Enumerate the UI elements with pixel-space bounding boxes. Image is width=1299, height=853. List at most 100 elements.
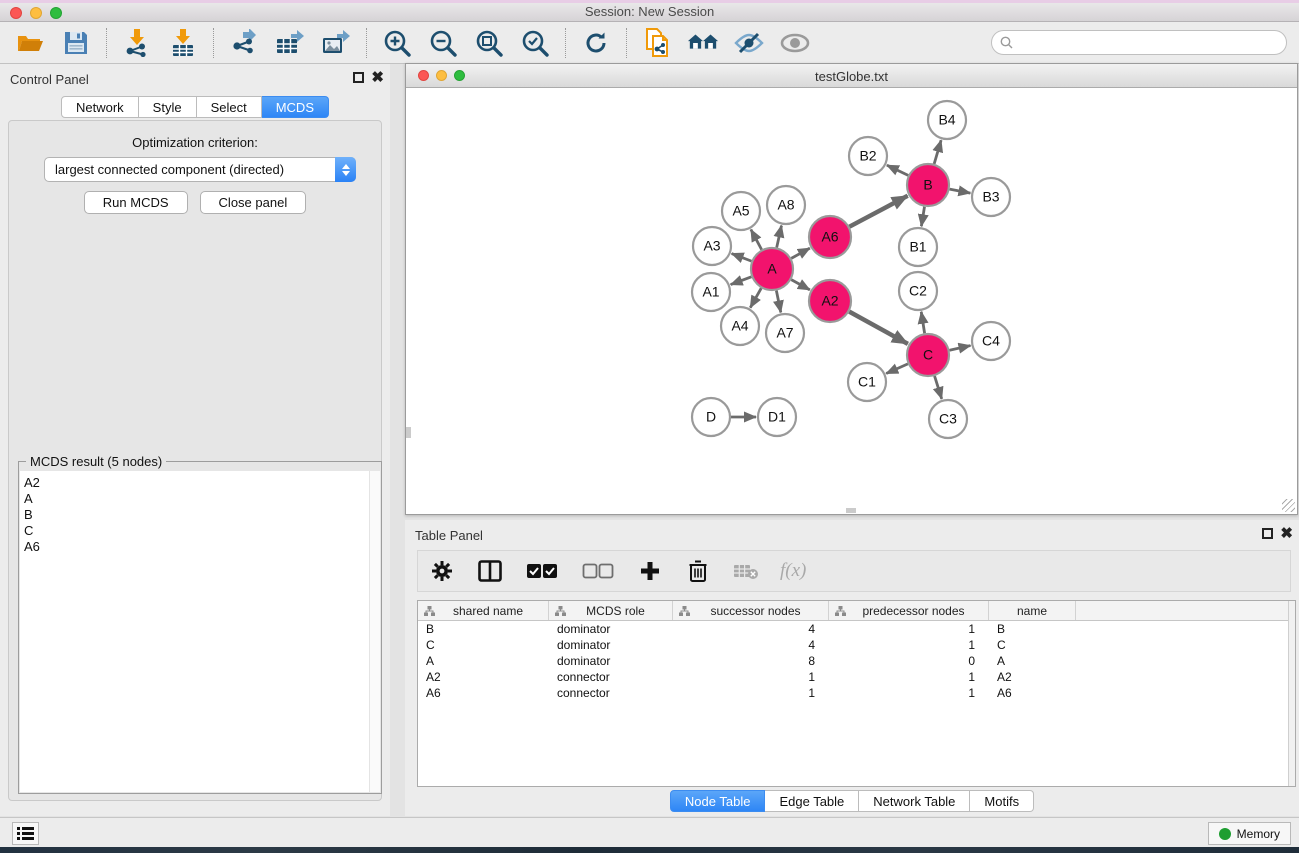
cell-successor-nodes[interactable]: 1 (673, 685, 829, 701)
cell-shared-name[interactable]: A2 (418, 669, 549, 685)
edge-A-A5[interactable] (751, 230, 762, 250)
tab-edge-table[interactable]: Edge Table (765, 790, 859, 812)
edge-B-B3[interactable] (950, 189, 971, 193)
node-B[interactable]: B (907, 164, 949, 206)
export-table-icon[interactable] (274, 28, 306, 58)
result-item-c[interactable]: C (20, 523, 380, 539)
zoom-in-icon[interactable] (381, 28, 413, 58)
network-canvas[interactable]: AA1A2A3A4A5A6A7A8BB1B2B3B4CC1C2C3C4DD1 (406, 88, 1297, 514)
tab-node-table[interactable]: Node Table (670, 790, 766, 812)
cell-successor-nodes[interactable]: 8 (673, 653, 829, 669)
node-C4[interactable]: C4 (972, 322, 1010, 360)
window-resize-grip[interactable] (1282, 499, 1295, 512)
open-session-icon[interactable] (14, 28, 46, 58)
cell-MCDS-role[interactable]: connector (549, 685, 673, 701)
tab-mcds[interactable]: MCDS (262, 96, 329, 118)
table-scrollbar[interactable] (1288, 601, 1295, 786)
table-row[interactable]: Adominator80A (418, 653, 1295, 669)
table-columns-icon[interactable] (476, 557, 504, 585)
edge-A6-B[interactable] (849, 196, 907, 227)
cell-successor-nodes[interactable]: 1 (673, 669, 829, 685)
table-float-panel-icon[interactable] (1262, 528, 1273, 539)
refresh-icon[interactable] (580, 28, 612, 58)
edge-A-A4[interactable] (750, 288, 761, 308)
network-window-titlebar[interactable]: testGlobe.txt (406, 64, 1297, 88)
cell-shared-name[interactable]: B (418, 621, 549, 637)
node-D1[interactable]: D1 (758, 398, 796, 436)
edge-C-C2[interactable] (921, 312, 924, 334)
node-B3[interactable]: B3 (972, 178, 1010, 216)
result-item-a2[interactable]: A2 (20, 475, 380, 491)
search-input[interactable] (1018, 36, 1278, 50)
import-table-icon[interactable] (167, 28, 199, 58)
edge-A-A6[interactable] (791, 248, 810, 258)
node-A7[interactable]: A7 (766, 314, 804, 352)
network-graph[interactable]: AA1A2A3A4A5A6A7A8BB1B2B3B4CC1C2C3C4DD1 (406, 88, 1297, 514)
node-A3[interactable]: A3 (693, 227, 731, 265)
zoom-fit-icon[interactable] (473, 28, 505, 58)
edge-B-B4[interactable] (934, 140, 941, 164)
save-session-icon[interactable] (60, 28, 92, 58)
node-C[interactable]: C (907, 334, 949, 376)
column-header-name[interactable]: name (989, 601, 1076, 620)
node-A6[interactable]: A6 (809, 216, 851, 258)
cell-successor-nodes[interactable]: 4 (673, 621, 829, 637)
delete-table-icon[interactable] (732, 557, 760, 585)
cell-predecessor-nodes[interactable]: 1 (829, 685, 989, 701)
cell-MCDS-role[interactable]: dominator (549, 637, 673, 653)
node-C2[interactable]: C2 (899, 272, 937, 310)
hide-panels-eye-icon[interactable] (733, 28, 765, 58)
cell-predecessor-nodes[interactable]: 1 (829, 621, 989, 637)
cell-shared-name[interactable]: A6 (418, 685, 549, 701)
edge-A-A3[interactable] (732, 254, 752, 262)
select-all-checkboxes-icon[interactable] (524, 557, 560, 585)
cell-MCDS-role[interactable]: dominator (549, 653, 673, 669)
table-close-panel-icon[interactable]: ✖ (1280, 528, 1293, 539)
table-row[interactable]: A6connector11A6 (418, 685, 1295, 701)
mcds-result-list[interactable]: A2ABCA6 (20, 471, 380, 792)
node-A2[interactable]: A2 (809, 280, 851, 322)
edge-C-C1[interactable] (886, 364, 908, 374)
canvas-hscroll-stub[interactable] (846, 508, 856, 513)
node-D[interactable]: D (692, 398, 730, 436)
task-history-button[interactable] (12, 822, 39, 845)
zoom-out-icon[interactable] (427, 28, 459, 58)
node-B1[interactable]: B1 (899, 228, 937, 266)
run-mcds-button[interactable]: Run MCDS (84, 191, 188, 214)
edge-A-A7[interactable] (776, 291, 780, 313)
result-item-b[interactable]: B (20, 507, 380, 523)
edge-C-C4[interactable] (949, 346, 970, 351)
column-header-successor-nodes[interactable]: successor nodes (673, 601, 829, 620)
export-image-icon[interactable] (320, 28, 352, 58)
table-settings-gear-icon[interactable] (428, 557, 456, 585)
node-A1[interactable]: A1 (692, 273, 730, 311)
column-header-predecessor-nodes[interactable]: predecessor nodes (829, 601, 989, 620)
edge-C-C3[interactable] (935, 376, 942, 399)
table-row[interactable]: A2connector11A2 (418, 669, 1295, 685)
cell-name[interactable]: B (989, 621, 1076, 637)
cell-shared-name[interactable]: C (418, 637, 549, 653)
result-item-a6[interactable]: A6 (20, 539, 380, 555)
column-header-shared-name[interactable]: shared name (418, 601, 549, 620)
cell-name[interactable]: A2 (989, 669, 1076, 685)
cell-MCDS-role[interactable]: connector (549, 669, 673, 685)
node-A[interactable]: A (751, 248, 793, 290)
cell-predecessor-nodes[interactable]: 1 (829, 669, 989, 685)
edge-A-A8[interactable] (777, 226, 782, 248)
tab-network-table[interactable]: Network Table (859, 790, 970, 812)
table-row[interactable]: Cdominator41C (418, 637, 1295, 653)
node-A4[interactable]: A4 (721, 307, 759, 345)
cell-predecessor-nodes[interactable]: 0 (829, 653, 989, 669)
tab-network[interactable]: Network (61, 96, 139, 118)
edge-A-A1[interactable] (731, 277, 752, 285)
result-item-a[interactable]: A (20, 491, 380, 507)
edge-A2-C[interactable] (849, 312, 908, 344)
canvas-vscroll-stub[interactable] (406, 427, 411, 438)
edge-A-A2[interactable] (791, 280, 810, 290)
node-C3[interactable]: C3 (929, 400, 967, 438)
import-network-icon[interactable] (121, 28, 153, 58)
deselect-all-checkboxes-icon[interactable] (580, 557, 616, 585)
tab-style[interactable]: Style (139, 96, 197, 118)
export-network-icon[interactable] (228, 28, 260, 58)
search-field[interactable] (991, 30, 1287, 55)
